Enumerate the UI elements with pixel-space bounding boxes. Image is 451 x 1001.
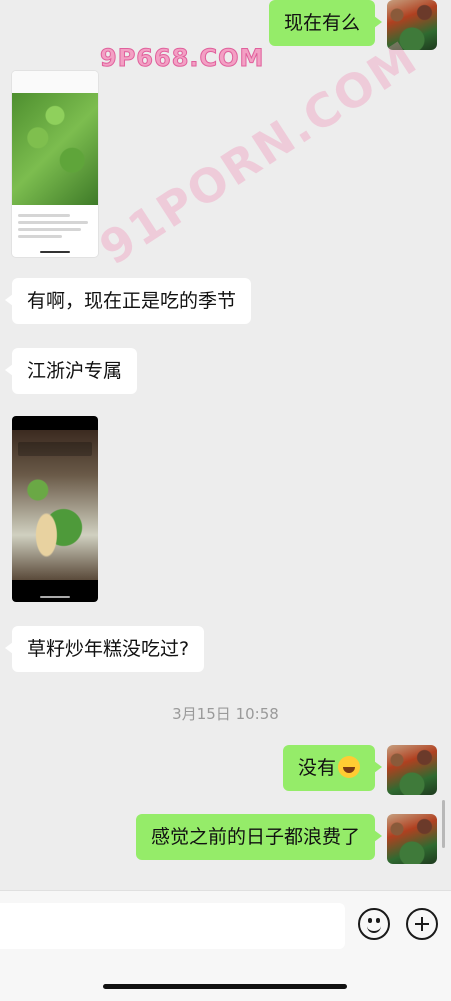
message-row-sent: 没有 [282, 745, 437, 795]
message-input[interactable] [0, 903, 345, 949]
message-bubble-received[interactable]: 草籽炒年糕没吃过? [4, 626, 205, 672]
message-bubble-received[interactable]: 有啊，现在正是吃的季节 [4, 278, 252, 324]
image-message-screenshot[interactable] [12, 71, 98, 257]
message-row-sent: 感觉之前的日子都浪费了 [135, 814, 437, 864]
message-text: 没有 [297, 757, 336, 779]
input-bar [0, 890, 451, 1001]
watermark-top: 9P668.COM [99, 44, 265, 73]
message-row-sent: 现在有么 [268, 0, 437, 50]
laughing-emoji-icon [338, 756, 360, 778]
message-row-received: 有啊，现在正是吃的季节 [4, 278, 252, 324]
message-row-received: 草籽炒年糕没吃过? [4, 626, 205, 672]
message-row-received: 江浙沪专属 [4, 348, 138, 394]
my-avatar[interactable] [387, 745, 437, 795]
home-indicator [103, 984, 347, 989]
message-bubble-sent[interactable]: 感觉之前的日子都浪费了 [135, 814, 383, 860]
message-timestamp: 3月15日 10:58 [172, 705, 279, 723]
image-message-video-screenshot[interactable] [12, 416, 98, 602]
message-bubble-sent[interactable]: 没有 [282, 745, 383, 791]
scrollbar[interactable] [442, 800, 445, 848]
chat-area: 现在有么 有啊，现在正是吃的季节 江浙沪专属 草籽炒年糕没吃过? 3月15日 1… [0, 0, 451, 890]
vegetable-photo [12, 93, 98, 205]
smiley-icon[interactable] [358, 908, 390, 940]
my-avatar[interactable] [387, 814, 437, 864]
message-bubble-received[interactable]: 江浙沪专属 [4, 348, 138, 394]
plus-icon[interactable] [406, 908, 438, 940]
message-bubble-sent[interactable]: 现在有么 [268, 0, 383, 46]
